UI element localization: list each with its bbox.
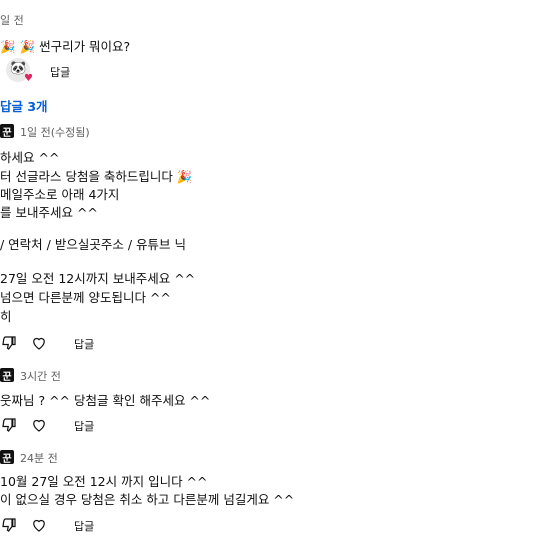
comment-line: 10월 27일 오전 12시 까지 입니다 ^^ — [0, 474, 208, 489]
heart-outline-icon[interactable] — [30, 334, 48, 352]
comment-line: 웃짜님 ? ^^ 당첨글 확인 해주세요 ^^ — [0, 393, 211, 408]
reply-button[interactable]: 답글 — [74, 518, 94, 534]
comment-line: / 연락처 / 받으실곳주소 / 유튜브 닉 — [0, 237, 186, 252]
creator-heart-avatar: 🐼 ♥ — [6, 58, 33, 84]
reply-button[interactable]: 답글 — [50, 64, 70, 80]
comment-timestamp[interactable]: 24분 전 — [20, 450, 58, 466]
heart-icon: ♥ — [24, 73, 33, 84]
reply-button[interactable]: 답글 — [74, 336, 94, 352]
comment-line: 이 없으실 경우 당첨은 취소 하고 다른분께 넘길게요 ^^ — [0, 492, 295, 507]
comment-timestamp: 일 전 — [0, 14, 24, 27]
comment-line: 히 — [0, 309, 12, 324]
heart-outline-icon[interactable] — [30, 516, 48, 534]
comment-line: 터 선글라스 당첨을 축하드립니다 🎉 — [0, 169, 193, 184]
comment-line: 27일 오전 12시까지 보내주세요 ^^ — [0, 271, 196, 286]
avatar[interactable]: 꾼 — [0, 124, 14, 139]
comment-line: 하세요 ^^ — [0, 150, 60, 165]
avatar[interactable]: 꾼 — [0, 368, 14, 383]
dislike-icon[interactable] — [0, 416, 18, 434]
comment-timestamp[interactable]: 1일 전(수정됨) — [20, 124, 90, 140]
dislike-icon[interactable] — [0, 334, 18, 352]
comment-line: 를 보내주세요 ^^ — [0, 205, 98, 220]
comment-timestamp[interactable]: 3시간 전 — [20, 368, 61, 384]
comment-line: 넘으면 다른분께 양도됩니다 ^^ — [0, 290, 171, 305]
dislike-icon[interactable] — [0, 516, 18, 534]
reply-button[interactable]: 답글 — [74, 418, 94, 434]
heart-outline-icon[interactable] — [30, 416, 48, 434]
avatar[interactable]: 꾼 — [0, 450, 14, 465]
replies-toggle[interactable]: 답글 3개 — [0, 96, 48, 115]
comment-line: 메일주소로 아래 4가지 — [0, 187, 120, 202]
comment-text: 🎉 🎉 썬구리가 뭐이요? — [0, 39, 131, 54]
